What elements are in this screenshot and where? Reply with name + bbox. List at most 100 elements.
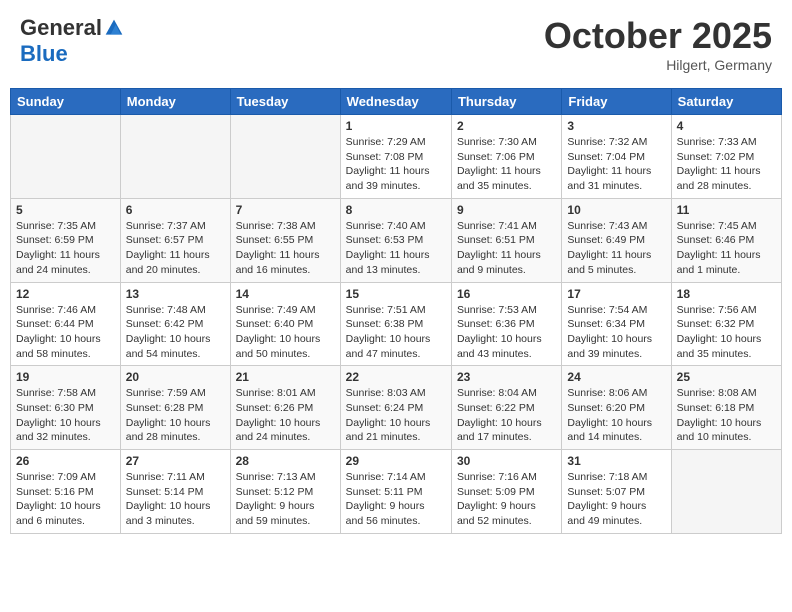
- day-info: Sunrise: 7:16 AM Sunset: 5:09 PM Dayligh…: [457, 470, 556, 529]
- day-number: 30: [457, 454, 556, 468]
- day-number: 8: [346, 203, 446, 217]
- day-number: 10: [567, 203, 665, 217]
- calendar-cell: 17 Sunrise: 7:54 AM Sunset: 6:34 PM Dayli…: [562, 282, 671, 366]
- day-info: Sunrise: 7:58 AM Sunset: 6:30 PM Dayligh…: [16, 386, 115, 445]
- day-info: Sunrise: 7:54 AM Sunset: 6:34 PM Dayligh…: [567, 303, 665, 362]
- day-info: Sunrise: 7:40 AM Sunset: 6:53 PM Dayligh…: [346, 219, 446, 278]
- calendar-cell: 4Sunrise: 7:33 AM Sunset: 7:02 PM Daylig…: [671, 115, 781, 199]
- month-title: October 2025: [544, 15, 772, 57]
- page-header: General Blue October 2025 Hilgert, Germa…: [10, 10, 782, 78]
- calendar-week-row: 5 Sunrise: 7:35 AM Sunset: 6:59 PM Daylig…: [11, 198, 782, 282]
- day-number: 2: [457, 119, 556, 133]
- calendar-cell: 12Sunrise: 7:46 AM Sunset: 6:44 PM Dayli…: [11, 282, 121, 366]
- day-number: 16: [457, 287, 556, 301]
- calendar-cell: 6Sunrise: 7:37 AM Sunset: 6:57 PM Daylig…: [120, 198, 230, 282]
- calendar-cell: [230, 115, 340, 199]
- day-info: Sunrise: 8:08 AM Sunset: 6:18 PM Dayligh…: [677, 386, 776, 445]
- day-number: 4: [677, 119, 776, 133]
- day-number: 22: [346, 370, 446, 384]
- day-number: 19: [16, 370, 115, 384]
- day-info: Sunrise: 7:49 AM Sunset: 6:40 PM Dayligh…: [236, 303, 335, 362]
- weekday-header-sunday: Sunday: [11, 89, 121, 115]
- calendar-cell: 15Sunrise: 7:51 AM Sunset: 6:38 PM Dayli…: [340, 282, 451, 366]
- calendar-week-row: 26Sunrise: 7:09 AM Sunset: 5:16 PM Dayli…: [11, 450, 782, 534]
- calendar-cell: 5 Sunrise: 7:35 AM Sunset: 6:59 PM Daylig…: [11, 198, 121, 282]
- calendar-cell: 18 Sunrise: 7:56 AM Sunset: 6:32 PM Dayli…: [671, 282, 781, 366]
- day-info: Sunrise: 7:37 AM Sunset: 6:57 PM Dayligh…: [126, 219, 225, 278]
- calendar-week-row: 1Sunrise: 7:29 AM Sunset: 7:08 PM Daylig…: [11, 115, 782, 199]
- calendar-week-row: 12Sunrise: 7:46 AM Sunset: 6:44 PM Dayli…: [11, 282, 782, 366]
- calendar-cell: 9 Sunrise: 7:41 AM Sunset: 6:51 PM Daylig…: [451, 198, 561, 282]
- day-info: Sunrise: 7:41 AM Sunset: 6:51 PM Dayligh…: [457, 219, 556, 278]
- weekday-header-saturday: Saturday: [671, 89, 781, 115]
- day-info: Sunrise: 7:14 AM Sunset: 5:11 PM Dayligh…: [346, 470, 446, 529]
- calendar-cell: 1Sunrise: 7:29 AM Sunset: 7:08 PM Daylig…: [340, 115, 451, 199]
- day-info: Sunrise: 7:09 AM Sunset: 5:16 PM Dayligh…: [16, 470, 115, 529]
- day-info: Sunrise: 7:38 AM Sunset: 6:55 PM Dayligh…: [236, 219, 335, 278]
- day-number: 25: [677, 370, 776, 384]
- day-number: 13: [126, 287, 225, 301]
- calendar-cell: 26Sunrise: 7:09 AM Sunset: 5:16 PM Dayli…: [11, 450, 121, 534]
- day-number: 29: [346, 454, 446, 468]
- day-info: Sunrise: 7:35 AM Sunset: 6:59 PM Dayligh…: [16, 219, 115, 278]
- day-number: 11: [677, 203, 776, 217]
- day-number: 31: [567, 454, 665, 468]
- calendar-cell: 19 Sunrise: 7:58 AM Sunset: 6:30 PM Dayli…: [11, 366, 121, 450]
- calendar-cell: 14Sunrise: 7:49 AM Sunset: 6:40 PM Dayli…: [230, 282, 340, 366]
- calendar-cell: 10 Sunrise: 7:43 AM Sunset: 6:49 PM Dayli…: [562, 198, 671, 282]
- location-text: Hilgert, Germany: [544, 57, 772, 73]
- day-info: Sunrise: 7:53 AM Sunset: 6:36 PM Dayligh…: [457, 303, 556, 362]
- calendar-cell: 2 Sunrise: 7:30 AM Sunset: 7:06 PM Daylig…: [451, 115, 561, 199]
- calendar-cell: 31Sunrise: 7:18 AM Sunset: 5:07 PM Dayli…: [562, 450, 671, 534]
- day-info: Sunrise: 7:30 AM Sunset: 7:06 PM Dayligh…: [457, 135, 556, 194]
- logo: General Blue: [20, 15, 124, 67]
- calendar-week-row: 19 Sunrise: 7:58 AM Sunset: 6:30 PM Dayli…: [11, 366, 782, 450]
- day-info: Sunrise: 7:29 AM Sunset: 7:08 PM Dayligh…: [346, 135, 446, 194]
- day-number: 24: [567, 370, 665, 384]
- day-number: 20: [126, 370, 225, 384]
- calendar-cell: 30 Sunrise: 7:16 AM Sunset: 5:09 PM Dayli…: [451, 450, 561, 534]
- day-number: 12: [16, 287, 115, 301]
- calendar-cell: 25 Sunrise: 8:08 AM Sunset: 6:18 PM Dayli…: [671, 366, 781, 450]
- weekday-header-thursday: Thursday: [451, 89, 561, 115]
- calendar-cell: [671, 450, 781, 534]
- title-area: October 2025 Hilgert, Germany: [544, 15, 772, 73]
- calendar-cell: 7Sunrise: 7:38 AM Sunset: 6:55 PM Daylig…: [230, 198, 340, 282]
- weekday-header-row: SundayMondayTuesdayWednesdayThursdayFrid…: [11, 89, 782, 115]
- logo-icon: [104, 18, 124, 38]
- calendar-cell: 27 Sunrise: 7:11 AM Sunset: 5:14 PM Dayli…: [120, 450, 230, 534]
- day-number: 5: [16, 203, 115, 217]
- day-info: Sunrise: 7:48 AM Sunset: 6:42 PM Dayligh…: [126, 303, 225, 362]
- day-info: Sunrise: 7:56 AM Sunset: 6:32 PM Dayligh…: [677, 303, 776, 362]
- day-number: 18: [677, 287, 776, 301]
- calendar-cell: 3Sunrise: 7:32 AM Sunset: 7:04 PM Daylig…: [562, 115, 671, 199]
- day-info: Sunrise: 7:45 AM Sunset: 6:46 PM Dayligh…: [677, 219, 776, 278]
- day-info: Sunrise: 8:04 AM Sunset: 6:22 PM Dayligh…: [457, 386, 556, 445]
- day-number: 23: [457, 370, 556, 384]
- calendar-cell: [120, 115, 230, 199]
- day-number: 27: [126, 454, 225, 468]
- weekday-header-monday: Monday: [120, 89, 230, 115]
- day-info: Sunrise: 7:13 AM Sunset: 5:12 PM Dayligh…: [236, 470, 335, 529]
- day-number: 9: [457, 203, 556, 217]
- day-number: 17: [567, 287, 665, 301]
- calendar-cell: 22 Sunrise: 8:03 AM Sunset: 6:24 PM Dayli…: [340, 366, 451, 450]
- calendar-cell: [11, 115, 121, 199]
- calendar-cell: 13 Sunrise: 7:48 AM Sunset: 6:42 PM Dayli…: [120, 282, 230, 366]
- calendar-cell: 29 Sunrise: 7:14 AM Sunset: 5:11 PM Dayli…: [340, 450, 451, 534]
- day-info: Sunrise: 8:03 AM Sunset: 6:24 PM Dayligh…: [346, 386, 446, 445]
- calendar-cell: 21 Sunrise: 8:01 AM Sunset: 6:26 PM Dayli…: [230, 366, 340, 450]
- day-number: 21: [236, 370, 335, 384]
- day-number: 28: [236, 454, 335, 468]
- day-number: 15: [346, 287, 446, 301]
- logo-blue-text: Blue: [20, 41, 68, 67]
- weekday-header-wednesday: Wednesday: [340, 89, 451, 115]
- day-info: Sunrise: 8:06 AM Sunset: 6:20 PM Dayligh…: [567, 386, 665, 445]
- day-info: Sunrise: 7:32 AM Sunset: 7:04 PM Dayligh…: [567, 135, 665, 194]
- day-info: Sunrise: 8:01 AM Sunset: 6:26 PM Dayligh…: [236, 386, 335, 445]
- day-info: Sunrise: 7:11 AM Sunset: 5:14 PM Dayligh…: [126, 470, 225, 529]
- calendar-cell: 11 Sunrise: 7:45 AM Sunset: 6:46 PM Dayli…: [671, 198, 781, 282]
- calendar-cell: 24 Sunrise: 8:06 AM Sunset: 6:20 PM Dayli…: [562, 366, 671, 450]
- calendar-cell: 23 Sunrise: 8:04 AM Sunset: 6:22 PM Dayli…: [451, 366, 561, 450]
- day-info: Sunrise: 7:43 AM Sunset: 6:49 PM Dayligh…: [567, 219, 665, 278]
